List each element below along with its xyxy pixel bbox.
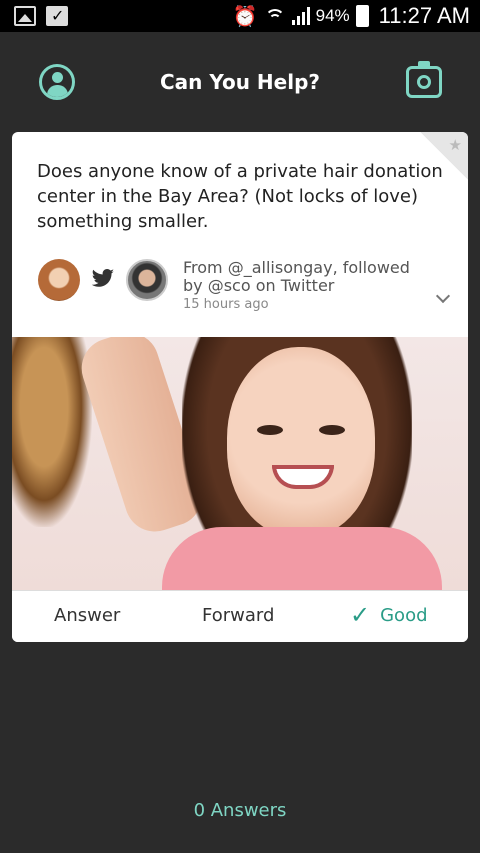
app-header: Can You Help?	[0, 32, 480, 132]
gallery-icon	[14, 6, 36, 26]
chevron-down-icon[interactable]	[435, 288, 451, 304]
check-icon: ✓	[350, 601, 371, 629]
wifi-icon	[264, 7, 286, 25]
battery-icon	[355, 5, 369, 27]
status-bar: ⏰ 94% 11:27 AM	[0, 0, 480, 32]
twitter-icon	[91, 269, 114, 287]
question-photo	[12, 337, 468, 593]
alarm-icon: ⏰	[232, 5, 258, 28]
avatar[interactable]	[126, 259, 168, 301]
question-card[interactable]: ★ Does anyone know of a private hair don…	[12, 132, 468, 642]
battery-percentage: 94%	[315, 6, 350, 25]
answer-button[interactable]: Answer	[54, 605, 120, 626]
forward-button[interactable]: Forward	[202, 605, 274, 626]
timestamp: 15 hours ago	[183, 297, 269, 312]
clock: 11:27 AM	[378, 3, 470, 28]
good-label: Good	[380, 604, 428, 626]
good-button[interactable]: ✓ Good	[350, 601, 428, 629]
attribution-text: From @_allisongay, followed by @sco on T…	[183, 258, 410, 295]
avatar[interactable]	[38, 259, 80, 301]
camera-icon[interactable]	[406, 61, 442, 98]
answers-count[interactable]: 0 Answers	[0, 800, 480, 821]
star-icon[interactable]: ★	[449, 136, 462, 154]
bag-check-icon	[46, 6, 68, 26]
question-text: Does anyone know of a private hair donat…	[37, 161, 443, 232]
card-actions: Answer Forward ✓ Good	[12, 590, 468, 642]
question-meta: From @_allisongay, followed by @sco on T…	[38, 257, 451, 312]
signal-icon	[291, 7, 310, 25]
